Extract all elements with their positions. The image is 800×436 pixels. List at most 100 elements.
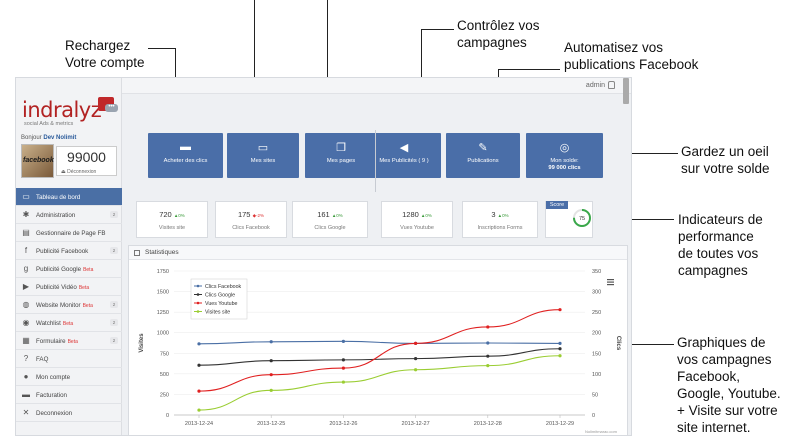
- sidebar-item-watchlist[interactable]: ◉ Watchlist Beta 2: [16, 314, 122, 332]
- kpi-value-row: 1280 ▲0%: [382, 210, 452, 219]
- credit-card-icon: ▬: [180, 141, 191, 153]
- y2-tick-label: 250: [592, 310, 601, 316]
- data-point: [341, 380, 345, 384]
- sidebar-item-label: Facturation: [36, 392, 67, 399]
- statistics-title: Statistiques: [145, 249, 179, 256]
- y2-tick-label: 200: [592, 331, 601, 337]
- sidebar-item-facturation[interactable]: ▬ Facturation: [16, 386, 122, 404]
- toggle-menu-icon[interactable]: •••: [105, 104, 118, 112]
- annotation-controle-line2: campagnes: [457, 35, 527, 50]
- kpi-value: 720: [159, 210, 172, 219]
- admin-label[interactable]: admin: [586, 82, 605, 89]
- sidebar-item-administration[interactable]: ✱ Administration 2: [16, 206, 122, 224]
- annotation-recharge-line2: Votre compte: [65, 55, 145, 70]
- kpi-value: 3: [491, 210, 496, 219]
- tile-label: Mes Publicités ( 9 ): [367, 158, 441, 165]
- tile-label: Mes sites: [227, 158, 299, 165]
- y-tick-label: 500: [160, 372, 169, 378]
- kpi-delta: ◆-2%: [252, 213, 265, 218]
- submenu-count: 2: [110, 301, 118, 308]
- annotation-controle: Contrôlez vos campagnes: [457, 17, 540, 51]
- kpi-value-row: 3 ▲0%: [463, 210, 537, 219]
- avatar[interactable]: facebook: [21, 144, 54, 178]
- data-point: [558, 308, 562, 312]
- sidebar-item-label: Website Monitor Beta: [36, 302, 93, 309]
- lock-icon[interactable]: [608, 81, 615, 89]
- sidebar-item-faq[interactable]: ? FAQ: [16, 350, 122, 368]
- tile-publish[interactable]: ✎ Publications: [446, 133, 520, 178]
- annotation-solde-line1: Gardez un oeil: [681, 144, 769, 159]
- kpi-value: 161: [317, 210, 330, 219]
- legend-marker: [196, 310, 200, 313]
- legend-entry: Clics Facebook: [205, 284, 242, 290]
- publish-icon: ✎: [478, 142, 488, 154]
- annotation-automatisez-line2: publications Facebook: [564, 57, 699, 72]
- score-value: 75: [579, 216, 585, 222]
- beta-badge: Beta: [78, 285, 90, 291]
- sidebar-item-gestionnaire-de-page-fb[interactable]: ▤ Gestionnaire de Page FB: [16, 224, 122, 242]
- megaphone-icon: ◀: [399, 142, 409, 154]
- y-axis-label: Visites: [139, 333, 145, 353]
- menu-bar: [607, 279, 614, 281]
- annotation-automatisez: Automatisez vos publications Facebook: [564, 39, 698, 73]
- series-line-clics-facebook: [198, 340, 561, 345]
- data-point: [558, 354, 562, 358]
- y-tick-label: 750: [160, 351, 169, 357]
- kpi-card: 175 ◆-2% Clics Facebook: [215, 201, 287, 238]
- sidebar-item-label: Watchlist Beta: [36, 320, 73, 327]
- data-point: [197, 342, 201, 346]
- tile-coins[interactable]: ◎ Mon solde: 99 000 clics: [526, 133, 603, 178]
- statistics-panel: Statistiques 0 250 500 750 1000 1250 1500 1750 0…: [128, 245, 628, 435]
- x-tick-label: 2013-12-29: [546, 421, 574, 427]
- sidebar-item-publicit-facebook[interactable]: f Publicité Facebook 2: [16, 242, 122, 260]
- logo-text: indralyz: [22, 98, 102, 122]
- coins-icon: ◎: [559, 142, 570, 154]
- sidebar-item-website-monitor[interactable]: ◍ Website Monitor Beta 2: [16, 296, 122, 314]
- data-point: [414, 368, 418, 372]
- data-point: [197, 408, 201, 412]
- sidebar-item-text: Publicité Facebook: [36, 248, 89, 255]
- annotation-graphiques: Graphiques de vos campagnes Facebook, Go…: [677, 334, 781, 436]
- sidebar-item-tableau-de-bord[interactable]: ▭ Tableau de bord: [16, 188, 122, 206]
- sidebar-item-publicit-vid-o[interactable]: ▶ Publicité Vidéo Beta: [16, 278, 122, 296]
- monitor-icon: ▭: [257, 142, 269, 154]
- kpi-delta-value: 0%: [502, 213, 509, 218]
- scrollbar-handle[interactable]: [623, 78, 629, 104]
- beta-badge: Beta: [62, 321, 74, 327]
- tile-credit-card[interactable]: ▬ Acheter des clics: [148, 133, 223, 178]
- sidebar-item-publicit-google[interactable]: g Publicité Google Beta: [16, 260, 122, 278]
- kpi-delta: ▲0%: [497, 213, 509, 218]
- sidebar-item-formulaire[interactable]: ▦ Formulaire Beta 2: [16, 332, 122, 350]
- sidebar-item-text: Publicité Vidéo: [36, 284, 77, 291]
- data-point: [197, 389, 201, 393]
- annotation-indicateurs-line4: campagnes: [678, 263, 748, 278]
- beta-badge: Beta: [83, 267, 94, 273]
- annotation-recharge: Rechargez Votre compte: [65, 37, 145, 71]
- file-icon: ▤: [22, 228, 30, 237]
- kpi-label: Vues Youtube: [400, 225, 434, 231]
- logo[interactable]: indralyz ••• social Ads & metrics: [22, 96, 120, 130]
- tile-megaphone[interactable]: ◀ Mes Publicités ( 9 ): [367, 133, 441, 178]
- menu-bar: [607, 281, 614, 283]
- submenu-count: 2: [110, 337, 118, 344]
- sidebar-item-label: Publicité Facebook: [36, 248, 88, 255]
- kpi-delta-value: 0%: [425, 213, 432, 218]
- sidebar-item-mon-compte[interactable]: ● Mon compte: [16, 368, 122, 386]
- kpi-delta: ▲0%: [420, 213, 432, 218]
- y2-tick-label: 0: [592, 413, 595, 419]
- chart-credit: Nolimitmarac.com: [585, 429, 618, 434]
- user-icon: ●: [23, 372, 29, 381]
- data-point: [341, 366, 345, 370]
- sidebar-item-text: Gestionnaire de Page FB: [36, 230, 106, 237]
- data-point: [197, 363, 201, 367]
- sidebar-item-label: FAQ: [36, 356, 48, 363]
- y2-tick-label: 100: [592, 372, 601, 378]
- tile-monitor[interactable]: ▭ Mes sites: [227, 133, 299, 178]
- sidebar-item-deconnexion[interactable]: ✕ Deconnexion: [16, 404, 122, 422]
- chart-menu-icon[interactable]: [607, 279, 614, 286]
- credit-balance-box: 99000 ⏏ Déconnexion: [56, 146, 117, 176]
- sidebar-item-text: Deconnexion: [36, 410, 73, 417]
- logout-link[interactable]: ⏏ Déconnexion: [61, 169, 96, 175]
- greeting: Bonjour Dev Nolimit: [21, 135, 76, 141]
- annotation-graphiques-line4: Google, Youtube.: [677, 386, 781, 401]
